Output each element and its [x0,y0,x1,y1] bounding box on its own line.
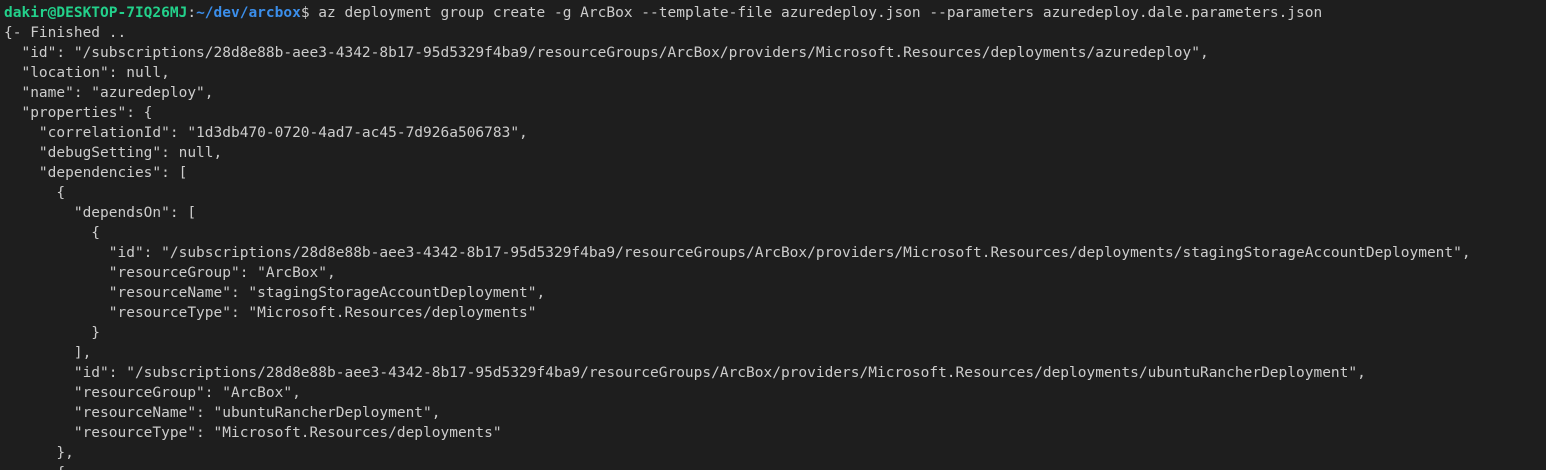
output-line: "id": "/subscriptions/28d8e88b-aee3-4342… [4,245,1471,261]
output-line: "debugSetting": null, [4,145,223,161]
output-line: "id": "/subscriptions/28d8e88b-aee3-4342… [4,365,1366,381]
prompt-symbol: $ [300,5,310,21]
output-line: "dependencies": [ [4,165,188,181]
output-line: { [4,185,66,201]
output-line: "resourceGroup": "ArcBox", [4,265,336,281]
output-line: "resourceName": "stagingStorageAccountDe… [4,285,546,301]
output-line: "correlationId": "1d3db470-0720-4ad7-ac4… [4,125,528,141]
output-line: ], [4,345,92,361]
output-line: { [4,463,1546,470]
output-line: "properties": { [4,105,153,121]
prompt-user-host: dakir@DESKTOP-7IQ26MJ [4,5,188,21]
output-line: "resourceGroup": "ArcBox", [4,385,301,401]
prompt-separator: : [187,5,197,21]
output-line: "dependsOn": [ [4,205,197,221]
output-line: { [4,225,101,241]
output-line: "resourceName": "ubuntuRancherDeployment… [4,405,441,421]
terminal-window[interactable]: dakir@DESKTOP-7IQ26MJ:~/dev/arcbox$ az d… [0,0,1546,470]
output-line: "name": "azuredeploy", [4,85,214,101]
output-line: {- Finished .. [4,25,127,41]
output-line: "location": null, [4,65,170,81]
prompt-path: ~/dev/arcbox [196,5,301,21]
output-line: } [4,325,101,341]
output-line: "id": "/subscriptions/28d8e88b-aee3-4342… [4,45,1209,61]
output-line: "resourceType": "Microsoft.Resources/dep… [4,425,502,441]
command-text: az deployment group create -g ArcBox --t… [309,5,1323,21]
output-line: "resourceType": "Microsoft.Resources/dep… [4,305,537,321]
command-line: dakir@DESKTOP-7IQ26MJ:~/dev/arcbox$ az d… [4,3,1546,23]
output-line: }, [4,445,74,461]
